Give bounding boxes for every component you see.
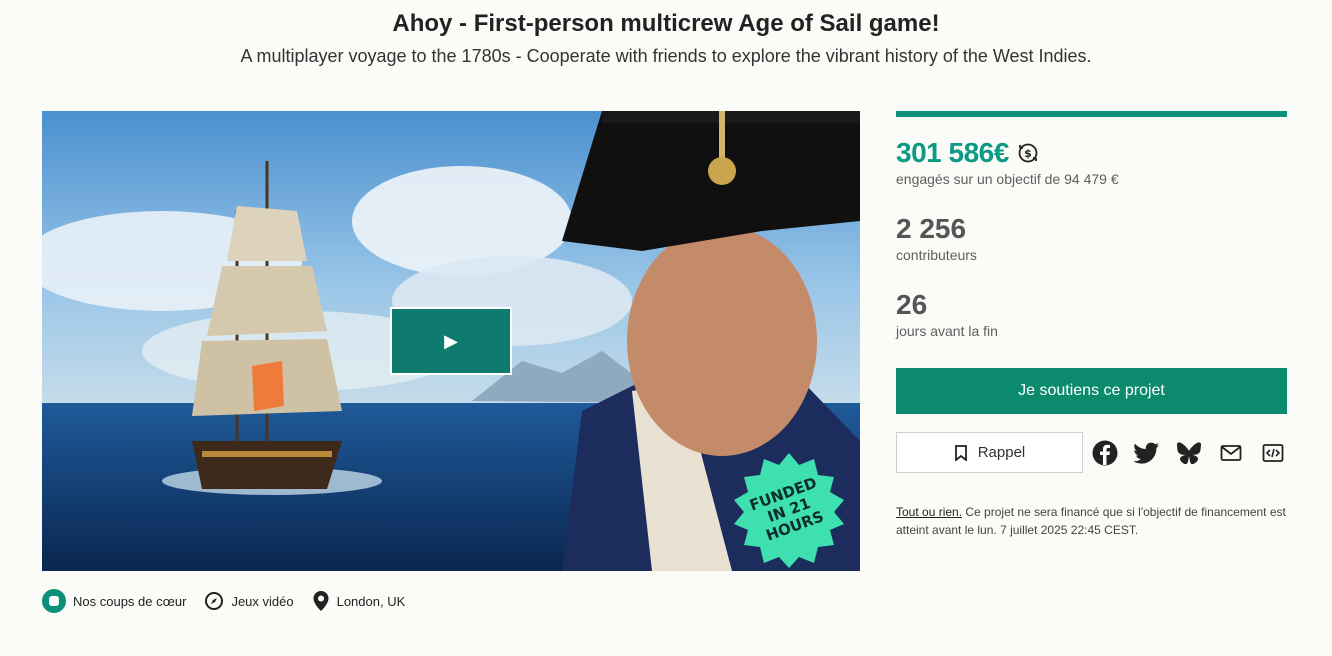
tag-label: Jeux vidéo xyxy=(231,593,294,609)
project-video[interactable]: ▶ FUNDED IN 21 HOURS xyxy=(42,111,860,571)
tag-location[interactable]: London, UK xyxy=(312,590,406,612)
days-left-label: jours avant la fin xyxy=(896,323,998,339)
facebook-icon[interactable] xyxy=(1091,439,1119,467)
bookmark-icon xyxy=(954,444,967,461)
goal-text: engagés sur un objectif de 94 479 € xyxy=(896,171,1119,187)
twitter-icon[interactable] xyxy=(1133,439,1161,467)
favorite-badge-icon xyxy=(42,589,66,613)
embed-code-icon[interactable] xyxy=(1259,439,1287,467)
days-left-count: 26 xyxy=(896,289,928,320)
share-icons xyxy=(1091,439,1287,467)
svg-text:$: $ xyxy=(1024,147,1032,160)
tag-favorites[interactable]: Nos coups de cœur xyxy=(42,589,186,613)
tag-category[interactable]: Jeux vidéo xyxy=(204,591,294,611)
backers-count: 2 256 xyxy=(896,213,967,244)
backers-label: contributeurs xyxy=(896,247,977,263)
page-title: Ahoy - First-person multicrew Age of Sai… xyxy=(392,10,940,37)
all-or-nothing-link[interactable]: Tout ou rien. xyxy=(896,505,962,519)
reminder-label: Rappel xyxy=(977,444,1026,461)
funded-badge: FUNDED IN 21 HOURS xyxy=(730,451,848,569)
bluesky-icon[interactable] xyxy=(1175,439,1203,467)
page-subtitle: A multiplayer voyage to the 1780s - Coop… xyxy=(240,46,1092,66)
play-icon: ▶ xyxy=(444,331,458,351)
play-button[interactable]: ▶ xyxy=(390,307,512,375)
email-icon[interactable] xyxy=(1217,439,1245,467)
funding-progress-bar xyxy=(896,111,1287,117)
tag-label: London, UK xyxy=(336,593,406,609)
compass-icon xyxy=(205,592,224,610)
funding-progress-fill xyxy=(896,111,1287,117)
currency-exchange-icon[interactable]: $ xyxy=(1017,142,1039,164)
funding-sidebar: 301 586€ $ engagés sur un objectif de 94… xyxy=(896,111,1287,539)
support-project-button[interactable]: Je soutiens ce projet xyxy=(896,368,1287,414)
tag-label: Nos coups de cœur xyxy=(73,593,187,609)
location-pin-icon xyxy=(313,591,329,611)
all-or-nothing-notice: Tout ou rien. Ce projet ne sera financé … xyxy=(896,503,1287,539)
project-tags: Nos coups de cœur Jeux vidéo London, UK xyxy=(42,589,405,613)
amount-raised: 301 586€ xyxy=(896,137,1009,168)
reminder-button[interactable]: Rappel xyxy=(896,432,1083,473)
